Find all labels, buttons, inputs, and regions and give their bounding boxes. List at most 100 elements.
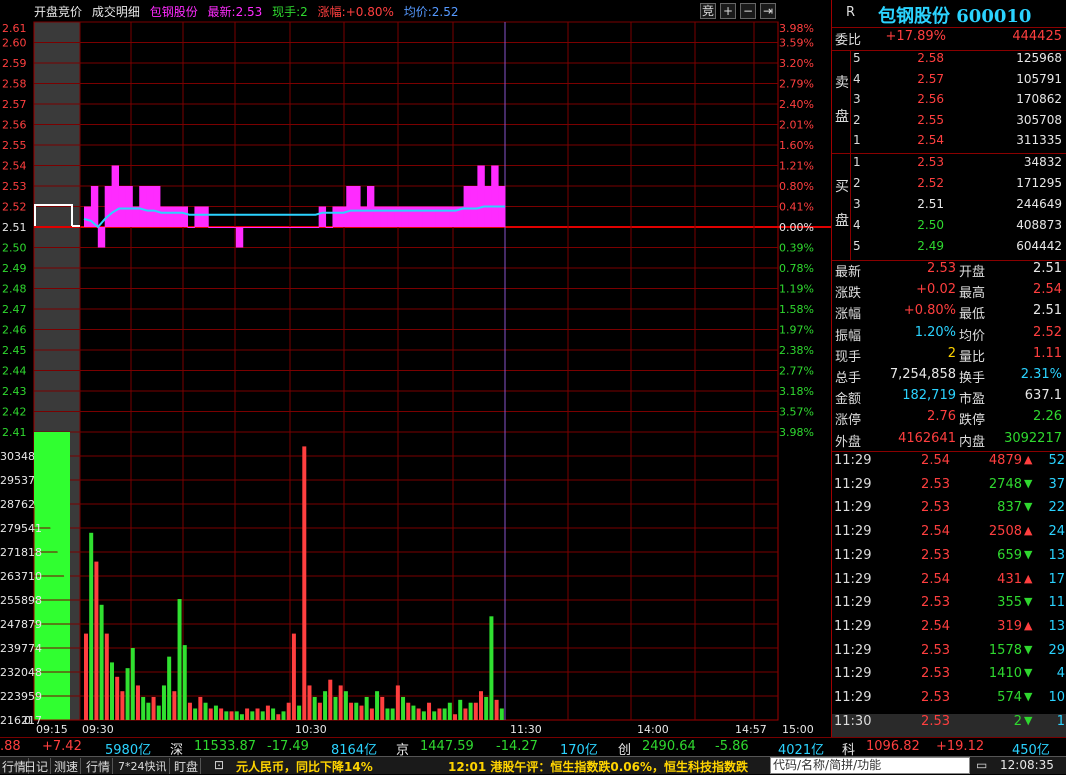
price-bar (180, 206, 189, 227)
price-bar (270, 227, 278, 228)
level-index: 3 (853, 197, 861, 211)
price-bar (435, 206, 444, 227)
trade-row[interactable]: 11:29 2.53 2748 ▼ 37 (832, 477, 1066, 501)
trade-count: 22 (1048, 500, 1065, 516)
price-axis-label: 2.49 (2, 262, 27, 275)
volume-bar (297, 705, 302, 720)
trade-row[interactable]: 11:29 2.53 1578 ▼ 29 (832, 643, 1066, 667)
pct-axis-label: 2.40% (779, 98, 814, 111)
trade-row[interactable]: 11:29 2.53 574 ▼ 10 (832, 690, 1066, 714)
price-axis-label: 2.47 (2, 303, 27, 316)
trade-row[interactable]: 11:29 2.53 659 ▼ 13 (832, 548, 1066, 572)
volume-axis-label: 223959 (0, 690, 42, 703)
trade-count: 37 (1048, 476, 1065, 492)
pct-axis-label: 1.60% (779, 139, 814, 152)
search-input[interactable]: 代码/名称/简拼/功能 (770, 757, 970, 774)
trade-row[interactable]: 11:29 2.53 355 ▼ 11 (832, 595, 1066, 619)
trade-count: 4 (1056, 666, 1065, 682)
price-axis-label: 2.61 (2, 22, 27, 35)
idx-sh-value: .88 (0, 739, 21, 754)
pct-axis-label: 2.38% (779, 344, 814, 357)
volume-bar (203, 702, 208, 720)
price-bar (284, 227, 292, 228)
time-axis-label: 11:30 (510, 723, 542, 736)
trade-row[interactable]: 11:30 2.53 2 ▼ 1 (832, 713, 1066, 738)
bottom-tab-market[interactable]: 行情 (84, 758, 114, 774)
trade-row[interactable]: 11:29 2.54 4879 ▲ 52 (832, 453, 1066, 477)
volume-axis-label: 255898 (0, 594, 42, 607)
volume-bar (187, 702, 192, 720)
quote-value-2: 2.31% (1020, 367, 1062, 382)
price-bar (153, 186, 161, 227)
message-icon[interactable]: ⊡ (214, 758, 224, 772)
trade-row[interactable]: 11:29 2.54 2508 ▲ 24 (832, 524, 1066, 548)
price-bar (111, 165, 120, 227)
volume-bar (219, 708, 224, 720)
bottom-tab-speedtest[interactable]: 测速 (52, 758, 82, 774)
price-axis-label: 2.59 (2, 57, 27, 70)
price-bar (401, 206, 409, 227)
news-ticker-1[interactable]: 元人民币，同比下降14% (236, 758, 373, 775)
volume-bar (208, 708, 213, 720)
quote-value: +0.02 (916, 282, 956, 298)
intraday-chart[interactable]: 2.61 2.60 2.59 2.58 2.57 2.56 2.55 2.54 2.53 2.52… (0, 0, 831, 737)
volume-bar (473, 702, 478, 720)
level-price: 2.49 (917, 239, 944, 253)
volume-bar (484, 696, 489, 720)
quote-key: 涨幅 (835, 307, 862, 323)
arrow-down-icon: ▼ (1024, 713, 1033, 727)
sell-level-row[interactable]: 3 2.56 170862 (832, 92, 1066, 114)
price-bar (146, 186, 154, 227)
trade-row[interactable]: 11:29 2.53 1410 ▼ 4 (832, 666, 1066, 690)
pct-axis-label: 2.77% (779, 365, 814, 378)
news-ticker-2[interactable]: 12:01 港股午评：恒生指数跌0.06%，恒生科技指数跌 (448, 758, 768, 775)
bottom-tab-watch[interactable]: 盯盘 (172, 758, 202, 774)
price-bar (353, 186, 361, 227)
bottom-tab-news-724[interactable]: 7*24快讯 (116, 758, 170, 774)
volume-bar (130, 648, 135, 720)
price-bar (304, 227, 313, 228)
quote-value: +0.80% (903, 303, 956, 319)
price-bar (366, 186, 375, 227)
price-bar (187, 227, 195, 228)
pct-axis-label: 3.59% (779, 37, 814, 50)
volume-bar (276, 714, 281, 720)
price-bar (242, 227, 251, 228)
volume-bar (349, 702, 354, 720)
volume-bar (198, 696, 203, 720)
sell-level-row[interactable]: 4 2.57 105791 (832, 72, 1066, 94)
buy-level-row[interactable]: 1 2.53 34832 (832, 155, 1066, 177)
price-bar (463, 186, 471, 227)
minimize-icon[interactable]: ▭ (976, 758, 987, 772)
price-bar (208, 227, 216, 228)
buy-level-row[interactable]: 5 2.49 604442 (832, 239, 1066, 261)
volume-bar (385, 708, 390, 720)
volume-bar (369, 708, 374, 720)
trade-row[interactable]: 11:29 2.54 431 ▲ 17 (832, 572, 1066, 596)
buy-level-row[interactable]: 4 2.50 408873 (832, 218, 1066, 240)
volume-bar (468, 702, 473, 720)
trade-count: 10 (1048, 690, 1065, 705)
trade-time: 11:29 (834, 666, 872, 682)
buy-level-row[interactable]: 2 2.52 171295 (832, 176, 1066, 198)
volume-bar (416, 708, 421, 720)
idx-sz-value: 11533.87 (194, 739, 257, 754)
price-bar (408, 206, 416, 227)
volume-bar (84, 633, 88, 720)
sell-level-row[interactable]: 5 2.58 125968 (832, 51, 1066, 73)
trade-count: 29 (1048, 642, 1065, 658)
price-bar (387, 206, 396, 227)
buy-level-row[interactable]: 3 2.51 244649 (832, 197, 1066, 219)
volume-bar (99, 604, 104, 720)
price-axis-label: 2.51 (2, 221, 27, 234)
trade-row[interactable]: 11:29 2.54 319 ▲ 13 (832, 619, 1066, 643)
price-bar (125, 186, 133, 227)
trade-price: 2.54 (921, 571, 950, 587)
quote-value: 182,719 (902, 388, 956, 404)
sell-level-row[interactable]: 1 2.54 311335 (832, 133, 1066, 155)
trade-time: 11:29 (834, 571, 872, 587)
bottom-tab-diary[interactable]: 日记 (22, 758, 52, 774)
time-axis-label: 14:57 (735, 723, 767, 736)
trade-row[interactable]: 11:29 2.53 837 ▼ 22 (832, 500, 1066, 524)
sell-level-row[interactable]: 2 2.55 305708 (832, 113, 1066, 135)
